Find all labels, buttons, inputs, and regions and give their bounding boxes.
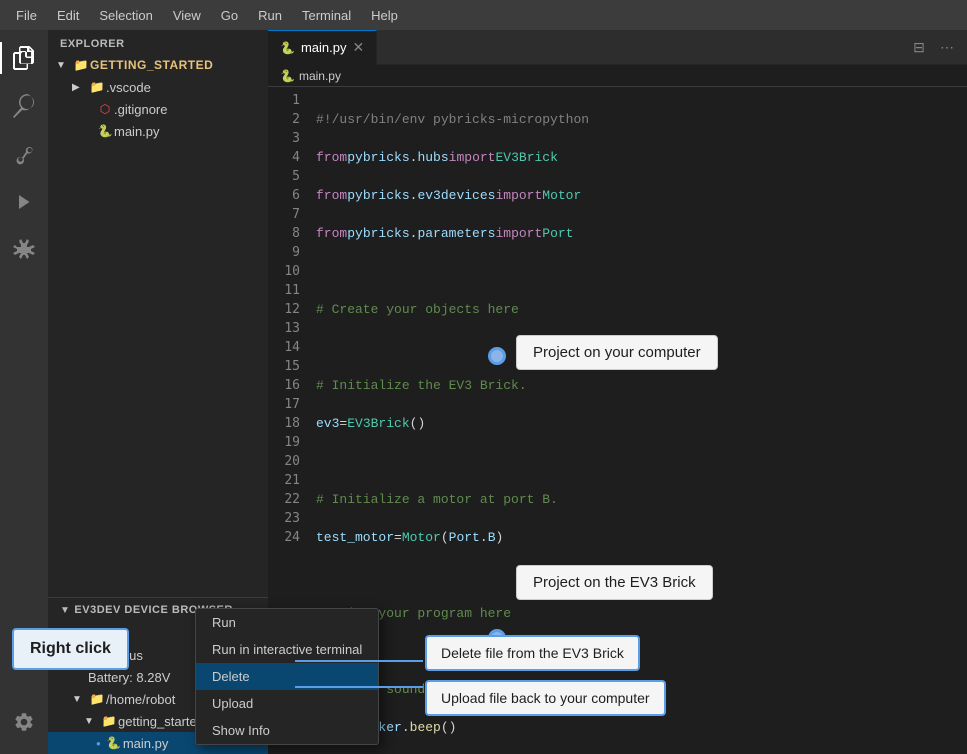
extensions-activity-icon[interactable] [0, 226, 48, 274]
menu-view[interactable]: View [165, 4, 209, 27]
menu-help[interactable]: Help [363, 4, 406, 27]
main-layout: Explorer ▼ 📁 GETTING_STARTED ▶ 📁 .vscode… [0, 30, 967, 754]
activity-bar [0, 30, 48, 754]
menu-terminal[interactable]: Terminal [294, 4, 359, 27]
online-dot: ● [76, 629, 81, 638]
explorer-header: Explorer [48, 30, 268, 54]
context-menu-delete[interactable]: Delete [196, 663, 378, 690]
source-control-activity-icon[interactable] [0, 130, 48, 178]
context-menu-run[interactable]: Run [196, 609, 378, 636]
python-icon: 🐍 [105, 736, 123, 750]
tree-mainpy-explorer[interactable]: 🐍 main.py [48, 120, 268, 142]
split-editor-button[interactable]: ⊟ [907, 35, 931, 59]
explorer-activity-icon[interactable] [0, 34, 48, 82]
menu-file[interactable]: File [8, 4, 45, 27]
menu-edit[interactable]: Edit [49, 4, 87, 27]
python-breadcrumb-icon: 🐍 [280, 69, 295, 83]
context-menu: Run Run in interactive terminal Delete U… [195, 608, 379, 745]
arrow-icon: ▼ [60, 628, 76, 639]
menu-go[interactable]: Go [213, 4, 246, 27]
tree-gitignore[interactable]: ⬡ .gitignore [48, 98, 268, 120]
menu-selection[interactable]: Selection [91, 4, 160, 27]
gitignore-label: .gitignore [114, 102, 268, 117]
tab-label: main.py [301, 40, 347, 55]
tab-bar: 🐍 main.py ✕ ⊟ ⋯ [268, 30, 967, 65]
breadcrumb: 🐍 main.py [268, 65, 967, 87]
blue-dot: ● [96, 739, 101, 748]
context-menu-upload[interactable]: Upload [196, 690, 378, 717]
search-activity-icon[interactable] [0, 82, 48, 130]
menu-bar: File Edit Selection View Go Run Terminal… [0, 0, 967, 30]
menu-run[interactable]: Run [250, 4, 290, 27]
run-activity-icon[interactable] [0, 178, 48, 226]
arrow-icon: ▼ [84, 716, 100, 727]
getting-started-label: GETTING_STARTED [90, 58, 268, 72]
more-actions-button[interactable]: ⋯ [935, 35, 959, 59]
settings-activity-icon[interactable] [0, 698, 48, 746]
folder-icon: 📁 [88, 80, 106, 94]
folder-icon: 📁 [72, 58, 90, 72]
context-menu-run-interactive[interactable]: Run in interactive terminal [196, 636, 378, 663]
mainpy-explorer-label: main.py [114, 124, 268, 139]
python-icon: 🐍 [96, 124, 114, 138]
context-menu-show-info[interactable]: Show Info [196, 717, 378, 744]
tab-actions: ⊟ ⋯ [907, 35, 967, 59]
git-icon: ⬡ [96, 102, 114, 116]
tab-close-icon[interactable]: ✕ [352, 39, 364, 56]
folder-icon: 📁 [100, 714, 118, 728]
vscode-label: .vscode [106, 80, 268, 95]
file-tree: ▼ 📁 GETTING_STARTED ▶ 📁 .vscode ⬡ .gitig… [48, 54, 268, 597]
arrow-icon: ▼ [72, 650, 88, 661]
breadcrumb-text: main.py [299, 69, 341, 83]
tab-mainpy[interactable]: 🐍 main.py ✕ [268, 30, 377, 65]
code-content: #!/usr/bin/env pybricks-micropython from… [308, 87, 967, 754]
arrow-icon: ▶ [72, 82, 88, 93]
arrow-icon: ▼ [56, 60, 72, 71]
chevron-icon: ▼ [60, 605, 70, 616]
tree-vscode[interactable]: ▶ 📁 .vscode [48, 76, 268, 98]
folder-icon: 📁 [88, 692, 106, 706]
arrow-icon: ▼ [72, 694, 88, 705]
python-tab-icon: 🐍 [280, 41, 295, 55]
tree-getting-started[interactable]: ▼ 📁 GETTING_STARTED [48, 54, 268, 76]
